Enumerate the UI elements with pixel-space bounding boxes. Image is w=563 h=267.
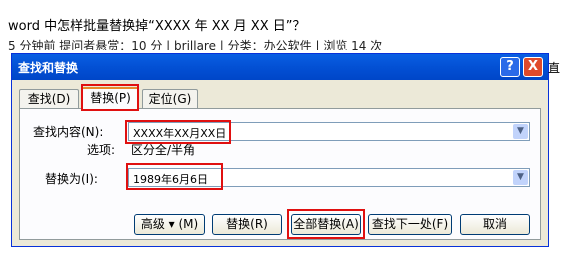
replace-button[interactable]: 替换(R)	[212, 214, 282, 235]
help-icon: ?	[506, 59, 514, 74]
find-label: 查找内容(N):	[33, 125, 104, 139]
close-button[interactable]: X	[523, 57, 543, 77]
options-label: 选项:	[87, 143, 116, 157]
chevron-down-icon[interactable]: ▼	[513, 170, 528, 185]
tab-find[interactable]: 查找(D)	[19, 89, 79, 109]
dialog-title: 查找和替换	[18, 61, 79, 75]
replace-all-highlight	[287, 209, 365, 239]
help-button[interactable]: ?	[500, 57, 520, 77]
find-highlight	[125, 120, 231, 144]
tab-goto[interactable]: 定位(G)	[142, 89, 198, 109]
title-bar[interactable]: 查找和替换 ? X	[12, 54, 548, 80]
close-icon: X	[527, 59, 539, 74]
page-fragment: 直	[548, 61, 561, 75]
question-title: word 中怎样批量替换掉“XXXX 年 XX 月 XX 日”？	[8, 19, 306, 34]
find-next-button[interactable]: 查找下一处(F)	[368, 214, 452, 235]
replace-label: 替换为(I):	[45, 172, 98, 186]
tab-highlight	[81, 84, 139, 111]
more-button[interactable]: 高级 ▾ (M)	[134, 214, 205, 235]
chevron-down-icon[interactable]: ▼	[513, 124, 528, 139]
replace-highlight	[126, 163, 223, 190]
question-meta: 5 分钟前 提问者悬赏：10 分 | brillare | 分类：办公软件 | …	[8, 39, 383, 50]
cancel-button[interactable]: 取消	[460, 214, 530, 235]
